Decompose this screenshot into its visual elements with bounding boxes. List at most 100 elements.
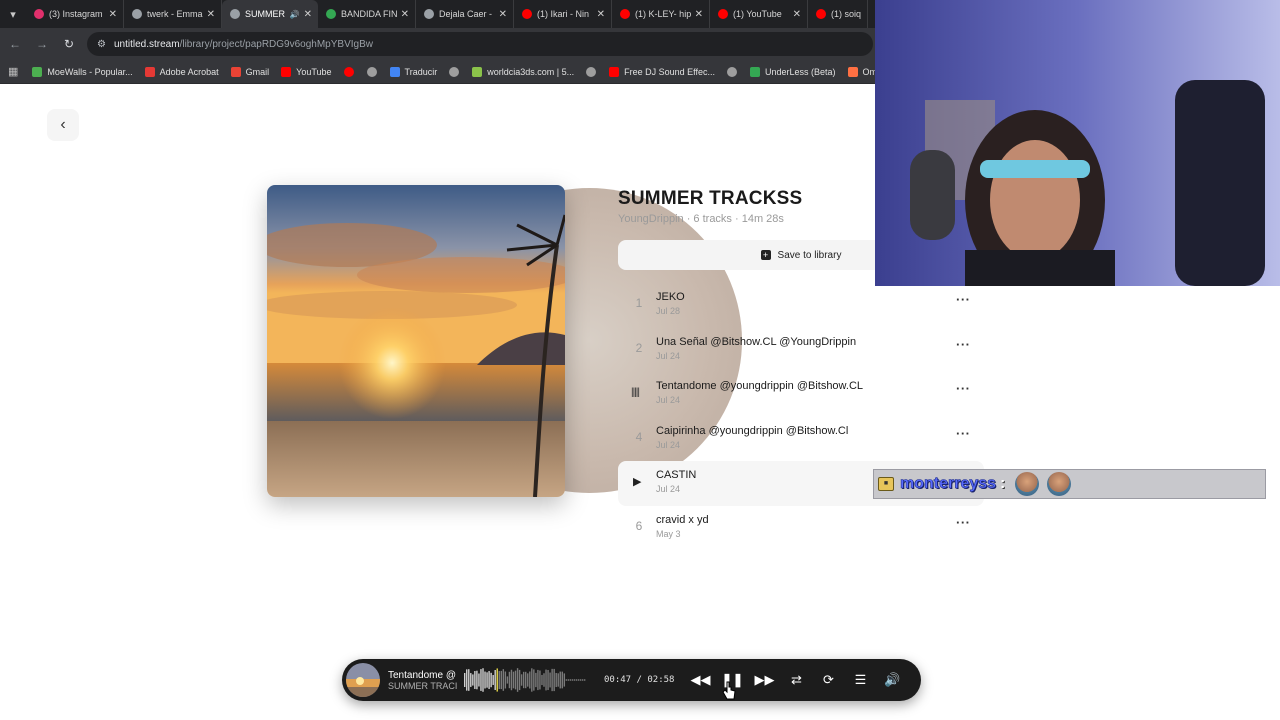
playlist-meta: YoungDrippin · 6 tracks · 14m 28s <box>618 213 784 225</box>
waveform-bar <box>494 670 496 690</box>
waveform-bar <box>518 669 521 691</box>
tab-favicon-icon <box>620 9 630 19</box>
time-separator: / <box>636 675 642 685</box>
track-date: Jul 24 <box>656 395 681 405</box>
waveform-bar <box>537 669 539 691</box>
now-playing-thumbnail[interactable] <box>346 663 380 697</box>
tab-close-icon[interactable]: ✕ <box>499 9 507 20</box>
bookmark-item[interactable]: Traducir <box>389 66 437 77</box>
tab-close-icon[interactable]: ✕ <box>207 9 215 20</box>
waveform-bar <box>486 672 488 688</box>
bookmark-favicon-icon <box>230 66 241 77</box>
tab-close-icon[interactable]: ✕ <box>304 9 312 20</box>
waveform-bar <box>522 671 525 689</box>
track-title: cravid x yd <box>656 513 709 526</box>
tab-close-icon[interactable]: ✕ <box>793 9 801 20</box>
browser-tab[interactable]: (3) Instagram ✕ <box>26 0 124 28</box>
browser-tab[interactable]: (1) Ikari - Nin ✕ <box>514 0 612 28</box>
more-options-icon[interactable]: ··· <box>956 381 971 396</box>
track-row[interactable]: 2 Una Señal @Bitshow.CL @YoungDrippin Jul … <box>618 328 984 373</box>
track-date: Jul 24 <box>656 484 681 494</box>
browser-tab[interactable]: (1) soique <box>808 0 868 28</box>
waveform-bar <box>508 671 511 689</box>
track-title: Una Señal @Bitshow.CL @YoungDrippin <box>656 335 857 348</box>
webcam-overlay <box>875 0 1280 286</box>
apps-grid-icon[interactable]: ▦ <box>8 65 18 78</box>
track-title: JEKO <box>656 291 685 303</box>
now-playing-info[interactable]: Tentandome @ SUMMER TRACI <box>388 670 458 691</box>
bookmark-item[interactable] <box>586 66 601 77</box>
waveform-scrubber[interactable] <box>464 665 586 695</box>
waveform-bar <box>565 679 568 681</box>
tab-close-icon[interactable]: ✕ <box>597 9 605 20</box>
tab-favicon-icon <box>424 9 434 19</box>
more-options-icon[interactable]: ··· <box>956 515 971 530</box>
waveform-bar <box>516 668 519 692</box>
track-date: May 3 <box>656 528 681 539</box>
track-row[interactable]: ||||| Tentandome @youngdrippin @Bitshow.C… <box>618 372 984 417</box>
tab-audio-icon[interactable]: 🔊 <box>290 10 300 19</box>
browser-tab[interactable]: (1) YouTube ✕ <box>710 0 808 28</box>
waveform-bar <box>531 668 533 692</box>
bookmark-favicon-icon <box>32 66 43 77</box>
waveform-bar <box>549 672 551 688</box>
browser-tab[interactable]: Dejala Caer - ✕ <box>416 0 514 28</box>
waveform-bar <box>551 668 553 692</box>
bookmark-favicon-icon <box>750 66 760 77</box>
back-arrow-icon[interactable]: ← <box>3 32 27 56</box>
browser-tab[interactable]: (1) K-LEY- hip ✕ <box>612 0 710 28</box>
waveform-bar <box>573 679 576 681</box>
waveform-bar <box>504 671 507 689</box>
track-number: 1 <box>635 296 643 310</box>
volume-icon[interactable]: 🔊 <box>876 672 908 688</box>
rewind-icon[interactable]: ◀◀ <box>684 672 716 688</box>
bookmark-favicon-icon <box>472 66 483 77</box>
browser-tab[interactable]: SUMMER 🔊 ✕ <box>222 0 318 28</box>
bookmark-item[interactable]: UnderLess (Beta) <box>750 66 836 77</box>
fast-forward-icon[interactable]: ▶▶ <box>748 672 780 688</box>
track-row[interactable]: 6 cravid x yd May 3 ··· <box>618 506 984 551</box>
waveform-bar <box>502 669 505 691</box>
shuffle-icon[interactable]: ⇄ <box>780 672 812 688</box>
browser-tab[interactable]: BANDIDA FIN ✕ <box>318 0 416 28</box>
bookmark-item[interactable] <box>343 66 359 77</box>
address-path: /library/project/papRDG9v6oghMpYBVIgBw <box>179 38 373 50</box>
bookmark-label: Free DJ Sound Effec... <box>624 66 715 77</box>
waveform-bar <box>571 679 574 681</box>
bookmark-item[interactable] <box>366 66 382 77</box>
track-row[interactable]: 1 JEKO Jul 28 ··· <box>618 283 984 328</box>
bookmark-item[interactable] <box>727 66 742 77</box>
queue-icon[interactable]: ☰ <box>844 672 876 688</box>
track-row[interactable]: 4 Caipirinha @youngdrippin @Bitshow.Cl Jul… <box>618 417 984 462</box>
tab-search-icon[interactable]: ▾ <box>0 0 26 28</box>
bookmark-item[interactable]: Gmail <box>230 66 269 77</box>
more-options-icon[interactable]: ··· <box>956 337 971 352</box>
bookmark-item[interactable]: Adobe Acrobat <box>144 66 219 77</box>
repeat-icon[interactable]: ⟳ <box>812 672 844 688</box>
more-options-icon[interactable]: ··· <box>956 292 971 307</box>
address-host: untitled.stream <box>113 38 180 50</box>
more-options-icon[interactable]: ··· <box>956 426 971 441</box>
address-bar[interactable]: ⚙ untitled.stream/library/project/papRDG… <box>87 32 873 56</box>
tab-favicon-icon <box>326 9 336 19</box>
bookmark-item[interactable]: MoeWalls - Popular... <box>32 66 133 77</box>
tab-close-icon[interactable]: ✕ <box>695 9 703 20</box>
tab-favicon-icon <box>816 9 826 19</box>
reload-icon[interactable]: ↻ <box>57 32 81 56</box>
browser-tab[interactable]: twerk - Emma ✕ <box>124 0 222 28</box>
back-button[interactable]: ‹ <box>47 109 79 141</box>
waveform-bar <box>575 679 578 681</box>
bookmark-item[interactable]: Free DJ Sound Effec... <box>609 66 715 77</box>
bookmark-item[interactable] <box>449 66 464 77</box>
forward-arrow-icon[interactable]: → <box>30 32 54 56</box>
bookmark-item[interactable]: YouTube <box>281 66 332 77</box>
play-icon[interactable]: ▶ <box>633 475 641 488</box>
bookmark-item[interactable]: worldcia3ds.com | 5... <box>472 66 574 77</box>
tab-close-icon[interactable]: ✕ <box>109 9 117 20</box>
waveform-bar <box>464 673 466 687</box>
tab-close-icon[interactable]: ✕ <box>401 9 409 20</box>
site-info-icon[interactable]: ⚙ <box>97 39 106 50</box>
waveform-bar <box>579 679 582 681</box>
waveform-bar <box>490 672 492 688</box>
waveform-bar <box>520 674 523 686</box>
